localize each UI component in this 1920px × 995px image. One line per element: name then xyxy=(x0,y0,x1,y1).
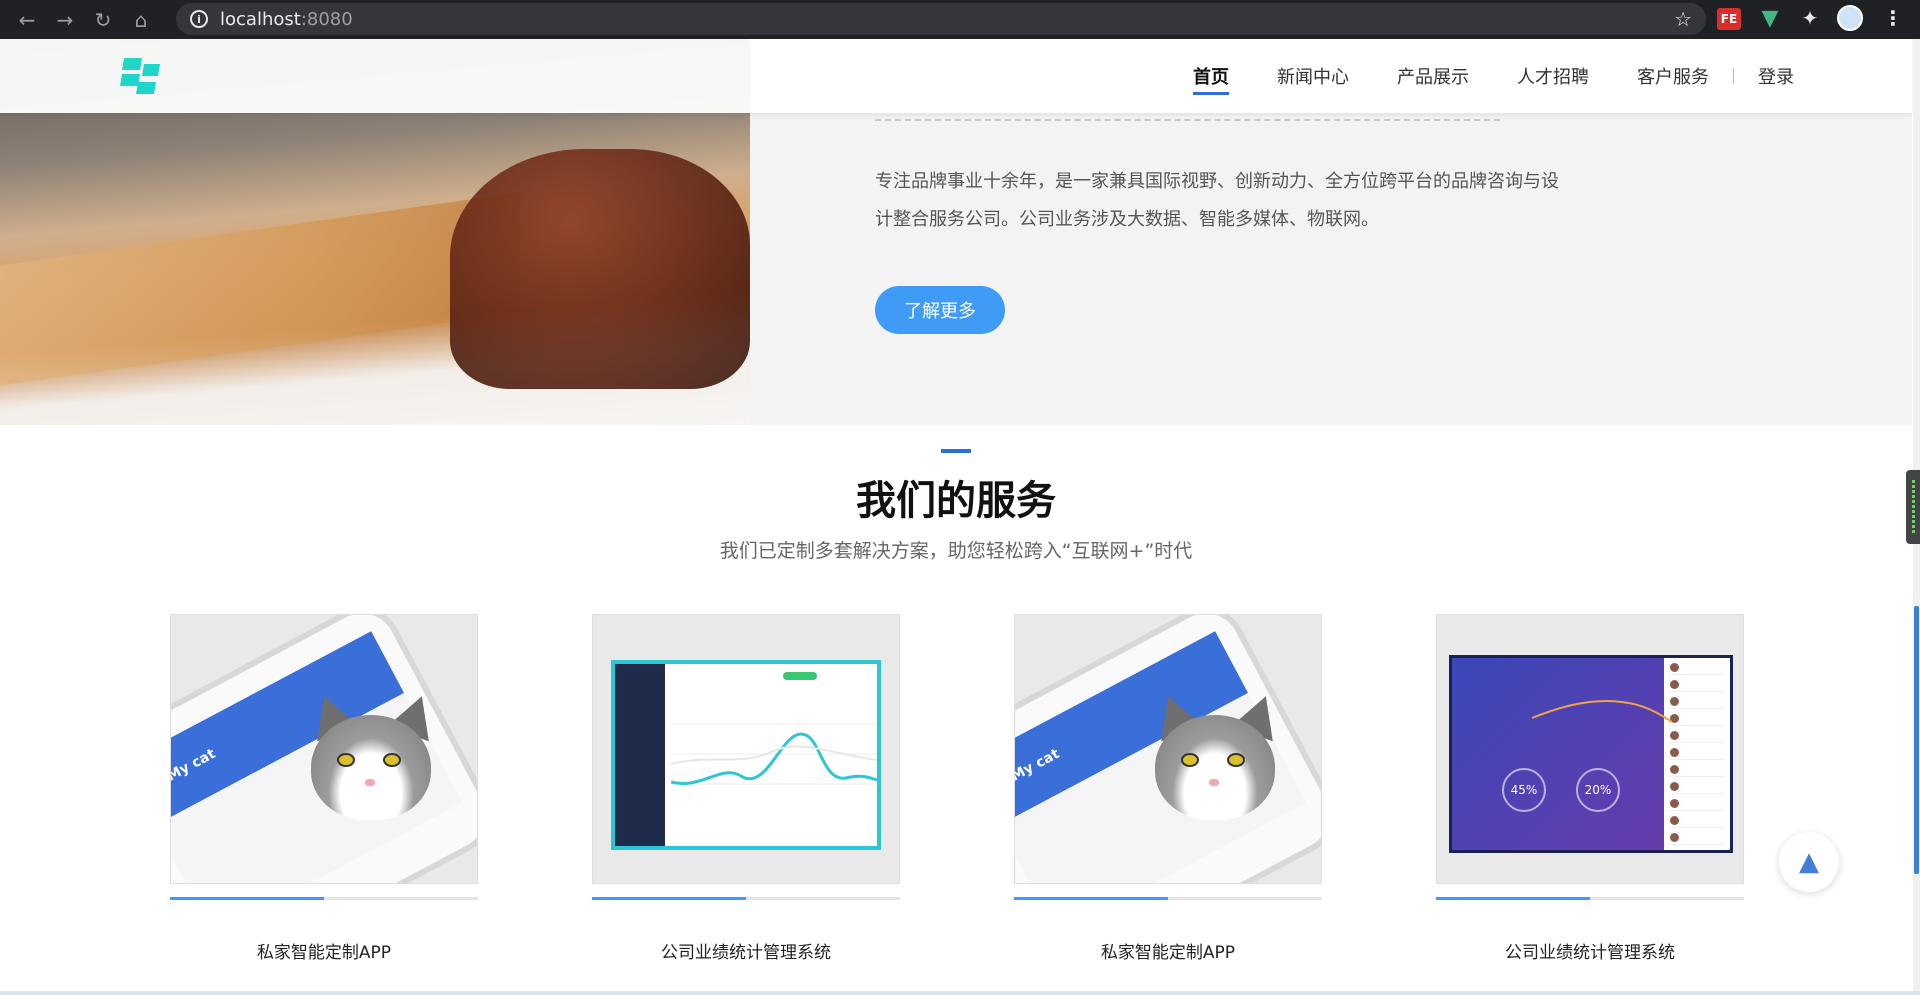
mug-shape xyxy=(450,149,750,389)
card-progress-bar xyxy=(170,897,478,900)
extensions-puzzle-icon[interactable]: ✦ xyxy=(1797,5,1823,31)
service-card[interactable]: My cat 私家智能定制APP xyxy=(170,614,478,963)
nav-separator xyxy=(1733,68,1734,84)
card-image: My cat xyxy=(170,614,478,884)
home-icon[interactable]: ⌂ xyxy=(126,5,156,35)
side-toolbar-tab[interactable] xyxy=(1906,470,1920,544)
service-card[interactable]: 45% 20% 公司业绩统计管理系统 xyxy=(1436,614,1744,963)
scrollbar-thumb[interactable] xyxy=(1914,606,1919,874)
reload-icon[interactable]: ↻ xyxy=(88,5,118,35)
card-image: 45% 20% xyxy=(1436,614,1744,884)
nav-item-careers[interactable]: 人才招聘 xyxy=(1517,39,1589,113)
phone-caption: My cat xyxy=(170,745,219,785)
card-title[interactable]: 公司业绩统计管理系统 xyxy=(1436,938,1744,963)
card-title[interactable]: 私家智能定制APP xyxy=(170,938,478,963)
hero-divider xyxy=(875,119,1500,121)
back-to-top-rocket-icon[interactable]: ▲ xyxy=(1779,832,1839,892)
fe-extension-icon[interactable]: FE xyxy=(1717,8,1741,30)
back-icon[interactable]: ← xyxy=(12,5,42,35)
cat-illustration xyxy=(301,688,443,825)
nav-item-news[interactable]: 新闻中心 xyxy=(1277,39,1349,113)
nav-item-products[interactable]: 产品展示 xyxy=(1397,39,1469,113)
nav-item-home[interactable]: 首页 xyxy=(1193,39,1229,113)
learn-more-button[interactable]: 了解更多 xyxy=(875,286,1005,334)
site-info-icon[interactable]: i xyxy=(190,10,208,28)
services-title: 我们的服务 xyxy=(856,478,1056,524)
card-progress-fill xyxy=(1014,897,1168,900)
card-image xyxy=(592,614,900,884)
cat-illustration xyxy=(1145,688,1287,825)
page-viewport: 专注品牌事业十余年，是一家兼具国际视野、创新动力、全方位跨平台的品牌咨询与设计整… xyxy=(0,39,1920,995)
table-shape xyxy=(0,192,520,386)
card-progress-bar xyxy=(1014,897,1322,900)
site-logo-icon[interactable] xyxy=(118,54,162,98)
bookmark-star-icon[interactable]: ☆ xyxy=(1674,7,1692,31)
forward-icon[interactable]: → xyxy=(50,5,80,35)
phone-caption: My cat xyxy=(1014,745,1063,785)
stat-ring: 20% xyxy=(1576,768,1620,812)
card-progress-fill xyxy=(170,897,324,900)
dashboard-illustration xyxy=(611,660,881,850)
hero-description: 专注品牌事业十余年，是一家兼具国际视野、创新动力、全方位跨平台的品牌咨询与设计整… xyxy=(875,171,1559,230)
card-progress-fill xyxy=(1436,897,1590,900)
main-nav: 首页 新闻中心 产品展示 人才招聘 客户服务 登录 xyxy=(1193,39,1794,113)
dark-dashboard-illustration: 45% 20% xyxy=(1449,655,1733,853)
card-progress-bar xyxy=(1436,897,1744,900)
card-progress-bar xyxy=(592,897,900,900)
service-card[interactable]: My cat 私家智能定制APP xyxy=(1014,614,1322,963)
card-title[interactable]: 私家智能定制APP xyxy=(1014,938,1322,963)
section-accent-bar xyxy=(941,449,971,453)
card-progress-fill xyxy=(592,897,746,900)
card-image: My cat xyxy=(1014,614,1322,884)
bottom-edge xyxy=(0,991,1920,995)
nav-item-customer-service[interactable]: 客户服务 xyxy=(1637,39,1709,113)
stat-ring: 45% xyxy=(1502,768,1546,812)
vue-devtools-icon[interactable]: ▼ xyxy=(1757,5,1783,31)
browser-toolbar: ← → ↻ ⌂ i localhost:8080 ☆ FE ▼ ✦ ⋮ xyxy=(0,0,1920,39)
card-title[interactable]: 公司业绩统计管理系统 xyxy=(592,938,900,963)
service-card[interactable]: 公司业绩统计管理系统 xyxy=(592,614,900,963)
login-link[interactable]: 登录 xyxy=(1758,63,1794,89)
browser-menu-icon[interactable]: ⋮ xyxy=(1880,5,1906,31)
profile-avatar[interactable] xyxy=(1837,5,1863,31)
address-bar[interactable]: i localhost:8080 ☆ xyxy=(176,3,1706,35)
site-header: 首页 新闻中心 产品展示 人才招聘 客户服务 登录 xyxy=(0,39,1912,113)
url-text[interactable]: localhost:8080 xyxy=(220,9,353,30)
services-subtitle: 我们已定制多套解决方案，助您轻松跨入“互联网+”时代 xyxy=(719,540,1193,562)
